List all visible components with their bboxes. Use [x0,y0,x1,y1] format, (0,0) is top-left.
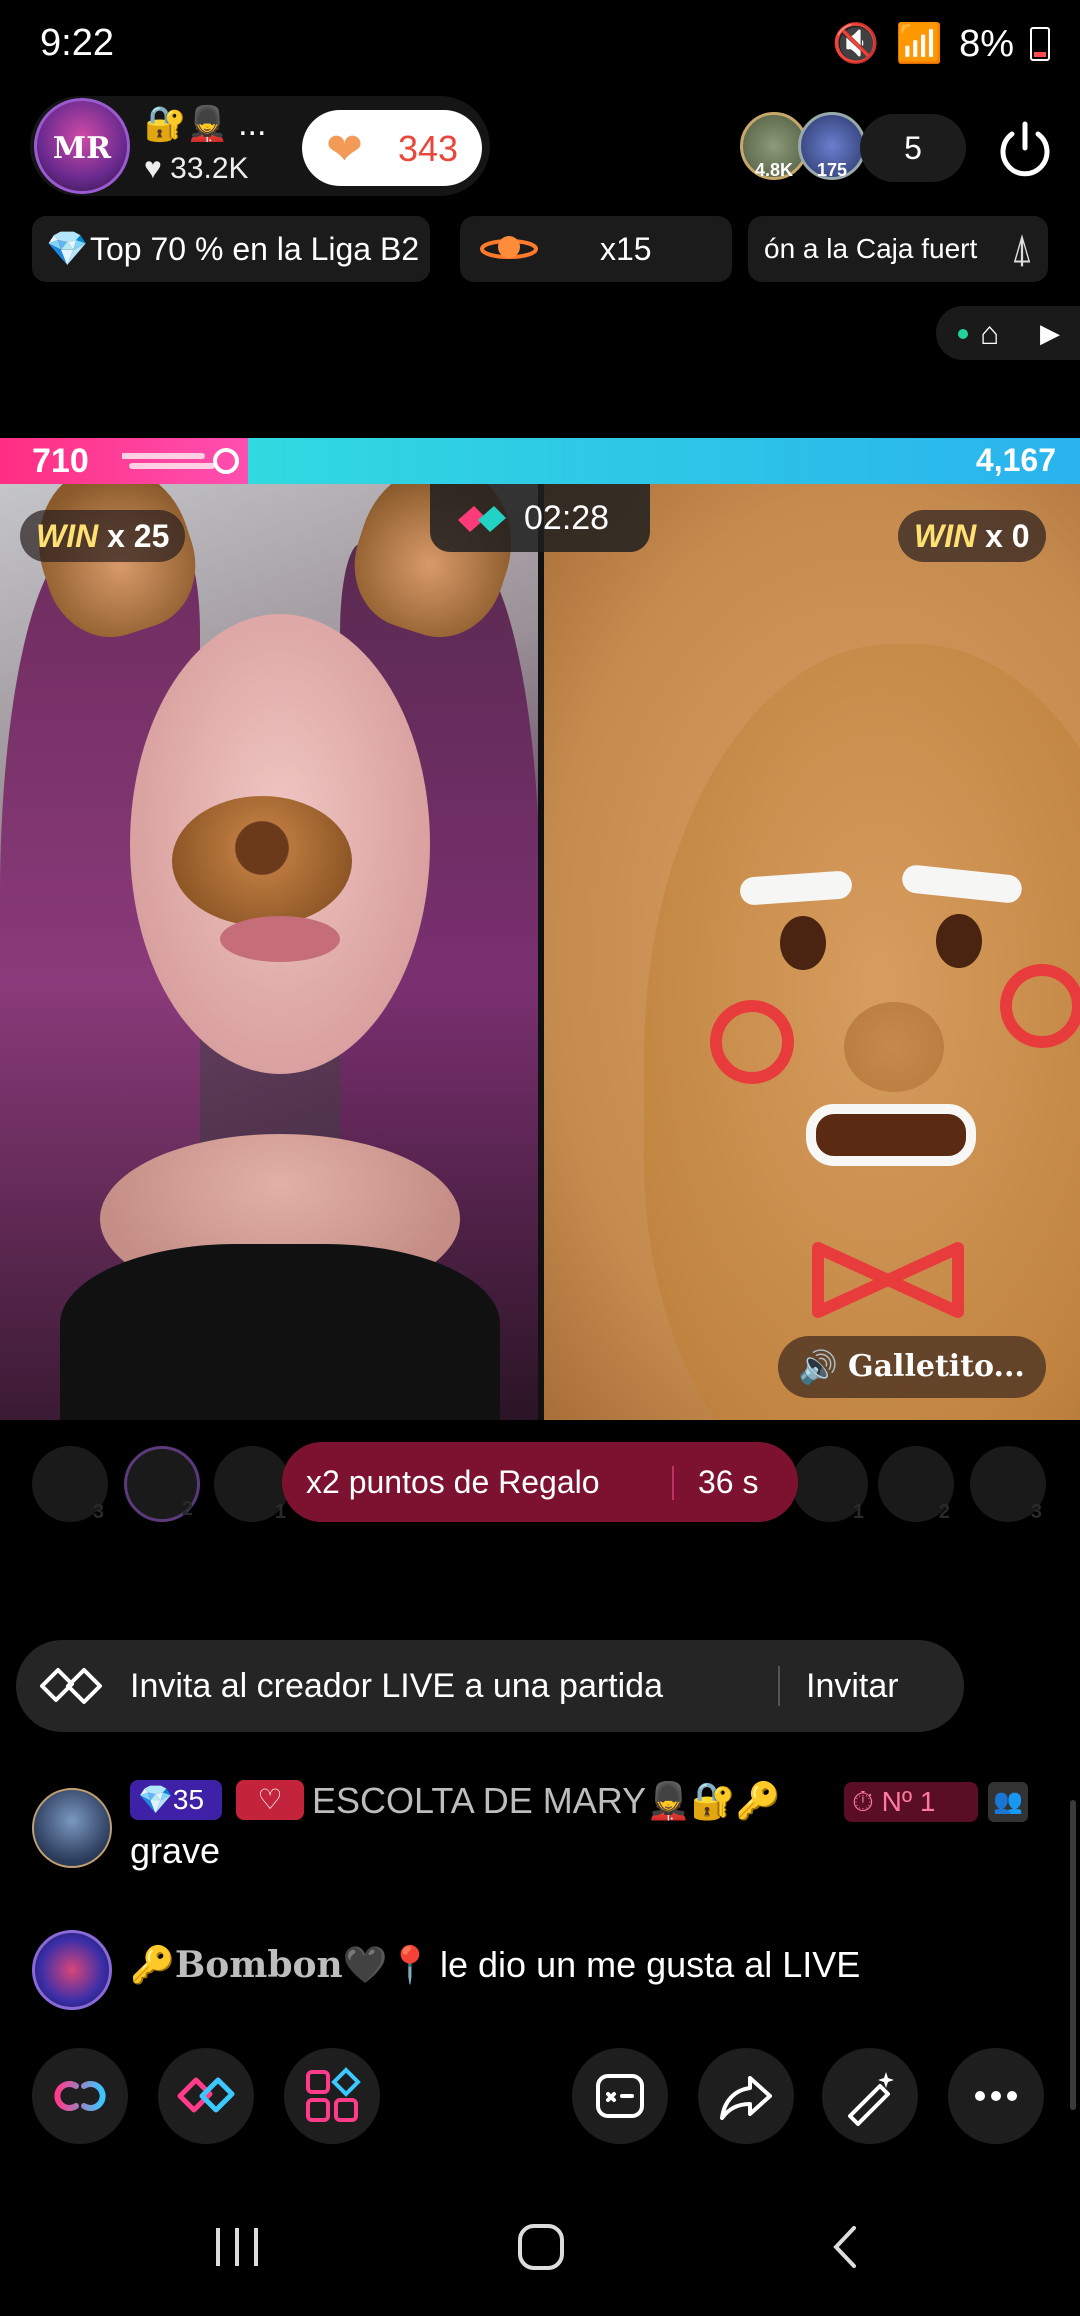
boxing-gloves-icon [458,506,506,532]
power-icon [1000,121,1050,177]
effects-button[interactable] [572,2048,668,2144]
battle-score-bar: 710 4,167 [0,438,1080,484]
heart-icon: ❤ [326,125,363,174]
gifter-slot[interactable]: 1 [792,1446,868,1523]
medal-icon: ⏱ [852,1786,874,1817]
left-win-streak: WIN x 25 [20,510,186,562]
invite-text: Invita al creador LIVE a una partida [130,1667,663,1705]
host-like-count: ♥ 33.2K [144,152,249,185]
back-icon[interactable] [828,2224,862,2270]
home-nav-icon[interactable] [516,2222,566,2272]
gifter-slot[interactable]: 2 [124,1446,200,1522]
level-badge: 💎35 [130,1780,222,1820]
magic-wand-icon [848,2072,894,2126]
play-icon[interactable]: ▶ [1040,318,1060,348]
viewer-count[interactable]: 5 [860,114,966,182]
rank-badge: ⏱ Nº 1 [844,1782,978,1822]
battle-timer: 02:28 [430,484,650,552]
apps-icon [306,2067,361,2122]
chat-text: le dio un me gusta al LIVE [440,1944,861,1985]
chat-avatar[interactable] [32,1788,112,1868]
host-video[interactable] [0,484,538,1420]
diamond-icon: 💎 [138,1784,173,1815]
right-score: 4,167 [975,442,1056,478]
status-icons: 🔇 📶 8% [832,22,1050,66]
host-badges: 🔐💂 ... [144,105,267,143]
planet-icon [480,236,538,259]
host-avatar[interactable]: MR [34,98,130,194]
league-chip[interactable]: 💎 Top 70 % en la Liga B2 [32,216,430,282]
close-live-button[interactable] [992,116,1058,182]
mini-controls[interactable]: ⌂ ▶ [936,306,1080,360]
more-options-button[interactable] [948,2048,1044,2144]
heart-count: 343 [398,128,459,169]
gifter-slot[interactable]: 3 [32,1446,108,1523]
gift-points-boost[interactable]: x2 puntos de Regalo 36 s [282,1442,798,1522]
chat-scrollbar[interactable] [1070,1800,1076,2110]
left-score: 710 [32,442,89,480]
link-icon [54,2081,106,2111]
right-team-score-fill [248,438,1080,484]
system-navigation-bar [0,2200,1080,2316]
enhance-button[interactable] [822,2048,918,2144]
more-icon [975,2091,1017,2101]
battery-icon [1030,27,1050,61]
gifter-slot[interactable]: 2 [878,1446,954,1523]
online-dot [958,329,968,339]
home-icon[interactable]: ⌂ [980,316,999,350]
invite-creator-bar[interactable]: Invita al creador LIVE a una partida Inv… [16,1640,964,1732]
opponent-name-tag[interactable]: 🔊 Galletito... [778,1336,1046,1398]
bow-tie [812,1242,964,1318]
gifter-slot[interactable]: 3 [970,1446,1046,1523]
caja-fuerte-chip[interactable]: ón a la Caja fuert ⍋ [748,216,1048,282]
dog-nose-filter [172,796,352,926]
invite-button[interactable]: Invitar [806,1640,899,1732]
gifter-slot[interactable]: 1 [214,1446,290,1523]
battle-button[interactable] [158,2048,254,2144]
tower-icon: ⍋ [1010,227,1034,271]
chat-username[interactable]: ESCOLTA DE MARY💂🔐🔑 [312,1780,781,1822]
speaker-icon: 🔊 [798,1348,838,1386]
boost-countdown: 36 s [698,1464,759,1500]
share-button[interactable] [698,2048,794,2144]
chat-username[interactable]: 🔑Bombon🖤📍 [130,1944,432,1986]
share-icon [720,2076,772,2120]
wifi-icon: 📶 [895,23,944,65]
battery-text: 8% [959,22,1014,65]
multi-guest-button[interactable] [32,2048,128,2144]
score-streak-icon [122,448,239,474]
fan-club-badge: ♡ [236,1780,304,1820]
opponent-video[interactable] [544,484,1080,1420]
more-features-button[interactable] [284,2048,380,2144]
planet-multiplier-chip[interactable]: x15 [460,216,732,282]
chat-avatar[interactable] [32,1930,112,2010]
battle-icon [177,2077,235,2113]
mute-icon: 🔇 [832,23,880,65]
status-bar: 9:22 🔇 📶 8% [0,0,1080,90]
people-icon: 👥 [988,1782,1028,1822]
status-time: 9:22 [40,22,114,64]
chat-text: grave [130,1830,221,1871]
battle-invite-icon [40,1668,102,1704]
viewer-avatar[interactable]: 175 [798,112,866,180]
recent-apps-icon[interactable] [212,2224,262,2270]
sticker-icon [596,2074,644,2118]
right-win-streak: WIN x 0 [898,510,1046,562]
like-button[interactable]: ❤ 343 [302,110,482,186]
diamond-icon: 💎 [46,230,89,268]
